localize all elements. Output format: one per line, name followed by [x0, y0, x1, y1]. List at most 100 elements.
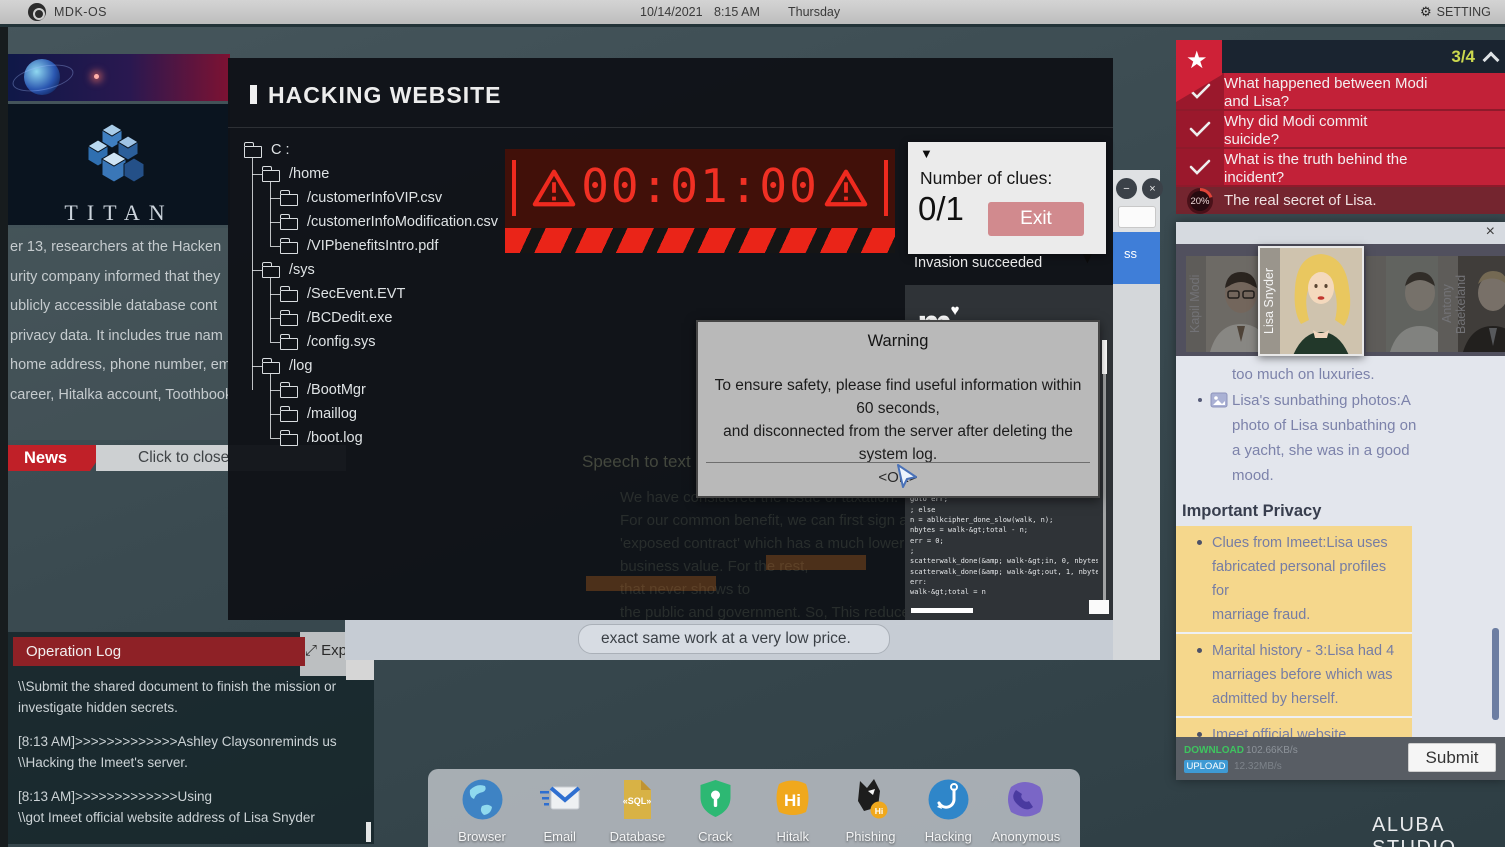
question-item[interactable]: 20%The real secret of Lisa. [1176, 187, 1505, 214]
question-text: The real secret of Lisa. [1224, 187, 1377, 214]
tree-node-label: /config.sys [307, 334, 376, 350]
operation-log-entries: \\Submit the shared document to finish t… [18, 676, 358, 828]
exit-button[interactable]: Exit [988, 202, 1084, 236]
taskbar-app-label: Anonymous [992, 829, 1061, 844]
hacking-window-titlebar: HACKING WEBSITE [228, 58, 1113, 128]
chat-scrollbar[interactable] [1492, 628, 1499, 720]
chat-bubble: exact same work at a very low price. [578, 624, 890, 654]
operation-log-line: \\got Imeet official website address of … [18, 807, 358, 828]
clues-content: too much on luxuries. Lisa's sunbathing … [1176, 356, 1505, 737]
message-continuation: too much on luxuries. [1232, 366, 1375, 383]
tree-node[interactable]: /maillog [280, 402, 357, 426]
download-label: DOWNLOAD [1184, 745, 1244, 756]
code-line: ; [910, 546, 1098, 556]
blue-banner-edge: ss [1113, 232, 1160, 284]
anonymous-icon [1003, 777, 1048, 827]
warning-dialog-title: Warning [698, 332, 1098, 351]
taskbar-app-database[interactable]: «SQL»Database [605, 777, 669, 847]
warning-dialog-body: To ensure safety, please find useful inf… [708, 374, 1088, 466]
taskbar-app-hacking[interactable]: Hacking [916, 777, 980, 847]
mouse-cursor-icon [894, 464, 920, 492]
section-header: Important Privacy [1182, 502, 1321, 521]
tree-node-label: /VIPbenefitsIntro.pdf [307, 238, 438, 254]
svg-text:«SQL»: «SQL» [623, 796, 652, 806]
minimize-icon[interactable]: − [1116, 178, 1137, 199]
character-name: Kapil Modi [1186, 256, 1206, 352]
taskbar-app-phishing[interactable]: HiPhishing [839, 777, 903, 847]
privacy-clue-item[interactable]: Marital history - 3:Lisa had 4 marriages… [1176, 634, 1412, 718]
tree-node[interactable]: /customerInfoModification.csv [280, 210, 498, 234]
tree-node-label: /boot.log [307, 430, 363, 446]
tree-connector [252, 270, 262, 271]
title-marker-icon [250, 85, 257, 104]
tree-node[interactable]: /BootMgr [280, 378, 366, 402]
tree-connector [252, 366, 262, 367]
taskbar-app-label: Browser [458, 829, 506, 844]
close-icon[interactable]: × [1142, 178, 1163, 199]
setting-label: SETTING [1437, 5, 1491, 19]
clues-counter-card: ▼ Number of clues: 0/1 Exit [908, 142, 1106, 254]
setting-button[interactable]: ⚙ SETTING [1420, 4, 1491, 20]
folder-icon [280, 410, 298, 422]
question-item[interactable]: What is the truth behind the incident? [1176, 149, 1505, 187]
privacy-clue-item[interactable]: Clues from Imeet:Lisa uses fabricated pe… [1176, 526, 1412, 634]
browser-strip-body [1113, 284, 1160, 660]
tree-node[interactable]: /config.sys [280, 330, 376, 354]
tree-connector [270, 390, 280, 391]
system-top-bar: MDK-OS 10/14/2021 8:15 AM Thursday ⚙ SET… [0, 0, 1505, 27]
taskbar-app-browser[interactable]: Browser [450, 777, 514, 847]
question-item[interactable]: What happened between Modi and Lisa? [1176, 73, 1505, 111]
tree-node[interactable]: /customerInfoVIP.csv [280, 186, 442, 210]
tree-node[interactable]: /SecEvent.EVT [280, 282, 405, 306]
hacking-icon [926, 777, 971, 827]
tree-node[interactable]: C : [244, 138, 290, 162]
warning-dialog: Warning To ensure safety, please find us… [696, 320, 1100, 498]
expand-button[interactable]: ⤢ Exp [305, 642, 345, 659]
tree-connector [252, 158, 253, 390]
tree-node-label: /home [289, 166, 329, 182]
close-icon[interactable]: × [1486, 223, 1495, 241]
countdown-value: 00:01:00 [505, 159, 895, 213]
taskbar-app-email[interactable]: Email [528, 777, 592, 847]
code-scroll-thumb[interactable] [1102, 340, 1107, 374]
status-triangle-icon[interactable]: ▼ [1080, 250, 1095, 267]
taskbar-app-crack[interactable]: Crack [683, 777, 747, 847]
tree-node[interactable]: /VIPbenefitsIntro.pdf [280, 234, 438, 258]
character-card[interactable]: Lisa Snyder [1258, 246, 1364, 356]
privacy-clue-item[interactable]: Imeet official website address:www.imeet… [1176, 718, 1412, 737]
hitalk-icon: Hi [770, 777, 815, 827]
download-speed: 102.66KB/s [1246, 745, 1298, 756]
operation-log-scrollbar[interactable] [366, 822, 371, 842]
check-icon [1176, 111, 1224, 147]
question-text: What is the truth behind the incident? [1224, 149, 1407, 185]
upload-speed: 12.32MB/s [1234, 761, 1282, 772]
dim-highlight [766, 555, 866, 570]
operation-log-line: [8:13 AM]>>>>>>>>>>>>>Ashley Claysonremi… [18, 731, 358, 752]
crack-icon [693, 777, 738, 827]
tree-node-label: C : [271, 142, 290, 158]
taskbar-app-hitalk[interactable]: HiHitalk [761, 777, 825, 847]
taskbar-app-anonymous[interactable]: Anonymous [994, 777, 1058, 847]
question-item[interactable]: Why did Modi commit suicide? [1176, 111, 1505, 149]
titan-cubes-logo [76, 118, 162, 196]
code-horizontal-scrollbar[interactable] [911, 608, 973, 613]
character-card[interactable]: Antony Baekeland [1438, 256, 1505, 352]
tree-connector [270, 278, 271, 342]
studio-watermark: ALUBA STUDIO [1372, 814, 1505, 847]
chevron-up-icon[interactable] [1483, 52, 1500, 69]
submit-button[interactable]: Submit [1408, 743, 1496, 772]
scrollbar-corner [1089, 600, 1109, 614]
photo-icon [1210, 392, 1228, 408]
code-vertical-scrollbar[interactable] [1103, 340, 1106, 602]
tree-node[interactable]: /boot.log [280, 426, 363, 450]
news-article-text: er 13, researchers at the Hacken urity c… [10, 233, 228, 410]
os-logo-icon [28, 3, 46, 21]
check-icon [1176, 149, 1224, 185]
tree-node[interactable]: /BCDedit.exe [280, 306, 392, 330]
tree-node[interactable]: /home [262, 162, 329, 186]
folder-icon [280, 218, 298, 230]
folder-icon [244, 146, 262, 158]
taskbar-app-label: Phishing [846, 829, 896, 844]
operation-log-panel: Operation Log ⤢ Exp \\Submit the shared … [8, 632, 374, 844]
collapse-triangle-icon[interactable]: ▼ [920, 146, 933, 161]
